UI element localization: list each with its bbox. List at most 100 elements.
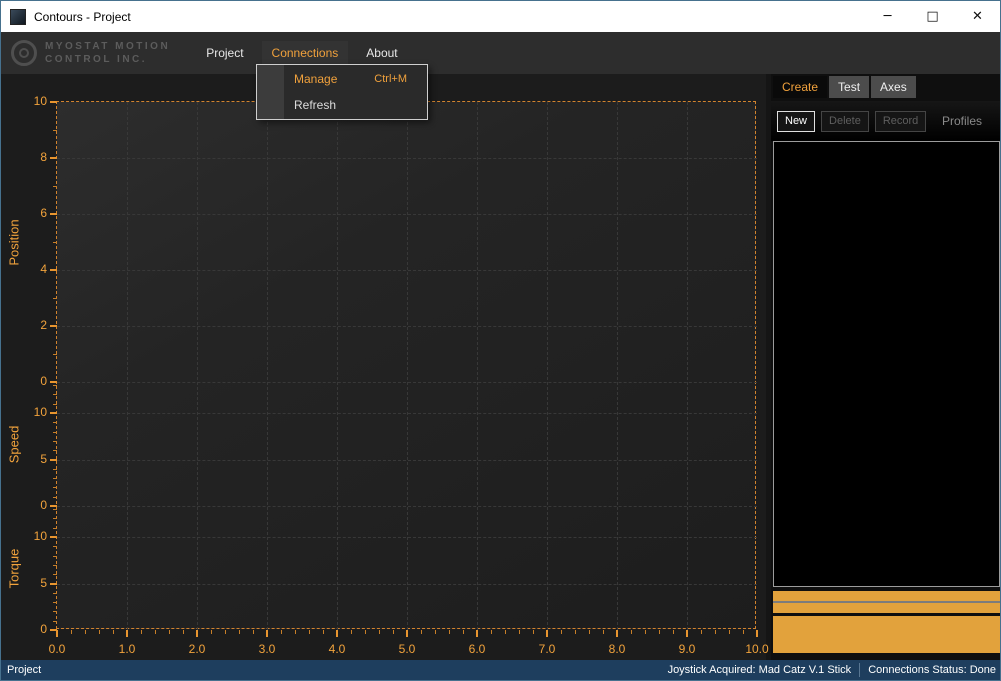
y-tick-minor [53,621,57,622]
y-tick-major [50,412,57,414]
y-tick-major [50,157,57,159]
y-tick-label: 10 [15,405,47,419]
minimize-button[interactable]: ─ [865,1,910,32]
y-tick-minor [53,385,57,386]
y-tick-minor [53,186,57,187]
x-tick-minor [659,630,660,634]
x-tick-label: 3.0 [247,642,287,656]
x-tick-minor [575,630,576,634]
window-controls: ─ □ ✕ [865,1,1000,32]
gridline-vertical [407,102,408,630]
x-tick-major [476,630,478,637]
x-tick-minor [561,630,562,634]
y-tick-minor [53,611,57,612]
statusbar-separator [859,663,860,677]
new-button[interactable]: New [777,111,815,132]
y-tick-minor [53,354,57,355]
y-tick-minor [53,487,57,488]
x-tick-major [546,630,548,637]
menu-connections[interactable]: Connections [262,41,349,65]
x-tick-minor [589,630,590,634]
tab-create[interactable]: Create [773,76,827,98]
maximize-button[interactable]: □ [910,1,955,32]
y-tick-minor [53,497,57,498]
gridline-vertical [337,102,338,630]
y-tick-label: 10 [15,94,47,108]
profile-slider[interactable] [773,591,1000,613]
x-tick-minor [309,630,310,634]
close-button[interactable]: ✕ [955,1,1000,32]
menu-item-refresh[interactable]: Refresh [257,92,427,118]
y-tick-minor [53,450,57,451]
menu-about[interactable]: About [356,41,407,65]
x-tick-major [336,630,338,637]
y-tick-major [50,536,57,538]
connections-dropdown-menu: Manage Ctrl+M Refresh [256,64,428,120]
menu-items: Project Connections About [196,41,407,65]
gridline-vertical [617,102,618,630]
x-tick-minor [211,630,212,634]
y-tick-minor [53,518,57,519]
x-tick-minor [323,630,324,634]
x-tick-major [616,630,618,637]
menu-item-manage[interactable]: Manage Ctrl+M [257,66,427,92]
record-button[interactable]: Record [875,111,926,132]
gridline-vertical [127,102,128,630]
x-tick-minor [463,630,464,634]
tab-axes[interactable]: Axes [871,76,916,98]
app-icon [10,9,26,25]
profiles-list[interactable] [773,141,1000,587]
menubar: MYOSTAT MOTION CONTROL INC. Project Conn… [1,32,1000,74]
y-tick-minor [53,509,57,510]
menu-item-manage-shortcut: Ctrl+M [374,73,407,85]
y-tick-major [50,629,57,631]
y-tick-major [50,505,57,507]
x-tick-minor [169,630,170,634]
gridline-vertical [687,102,688,630]
y-tick-minor [53,593,57,594]
status-project: Project [7,664,41,676]
x-tick-minor [71,630,72,634]
x-tick-minor [393,630,394,634]
x-tick-minor [239,630,240,634]
gridline-vertical [267,102,268,630]
gridline-vertical [477,102,478,630]
y-tick-major [50,213,57,215]
delete-button[interactable]: Delete [821,111,869,132]
x-tick-minor [631,630,632,634]
x-tick-minor [715,630,716,634]
gridline-horizontal [57,270,757,271]
x-tick-minor [141,630,142,634]
x-tick-minor [225,630,226,634]
menu-project[interactable]: Project [196,41,253,65]
y-tick-minor [53,469,57,470]
y-tick-minor [53,556,57,557]
y-tick-major [50,583,57,585]
tab-test[interactable]: Test [829,76,869,98]
gridline-vertical [197,102,198,630]
brand-text: MYOSTAT MOTION CONTROL INC. [45,40,170,66]
x-tick-label: 1.0 [107,642,147,656]
x-tick-minor [281,630,282,634]
brand-line2: CONTROL INC. [45,53,170,66]
gridline-horizontal [57,214,757,215]
y-tick-label: 0 [15,622,47,636]
x-tick-minor [183,630,184,634]
x-tick-minor [113,630,114,634]
titlebar: Contours - Project ─ □ ✕ [1,1,1000,32]
gridline-horizontal [57,382,757,383]
main-area: 0.01.02.03.04.05.06.07.08.09.010.0Positi… [1,74,1000,660]
y-tick-minor [53,441,57,442]
menu-item-refresh-label: Refresh [294,98,336,112]
y-tick-minor [53,130,57,131]
x-tick-major [56,630,58,637]
brand-gear-hub-icon [19,48,29,58]
y-tick-minor [53,478,57,479]
profile-action-bar[interactable] [773,616,1000,653]
y-tick-minor [53,394,57,395]
gridline-horizontal [57,413,757,414]
x-tick-minor [253,630,254,634]
status-right-group: Joystick Acquired: Mad Catz V.1 Stick Co… [668,663,996,677]
statusbar: Project Joystick Acquired: Mad Catz V.1 … [1,660,1000,680]
plot-area: 0.01.02.03.04.05.06.07.08.09.010.0Positi… [56,101,756,629]
